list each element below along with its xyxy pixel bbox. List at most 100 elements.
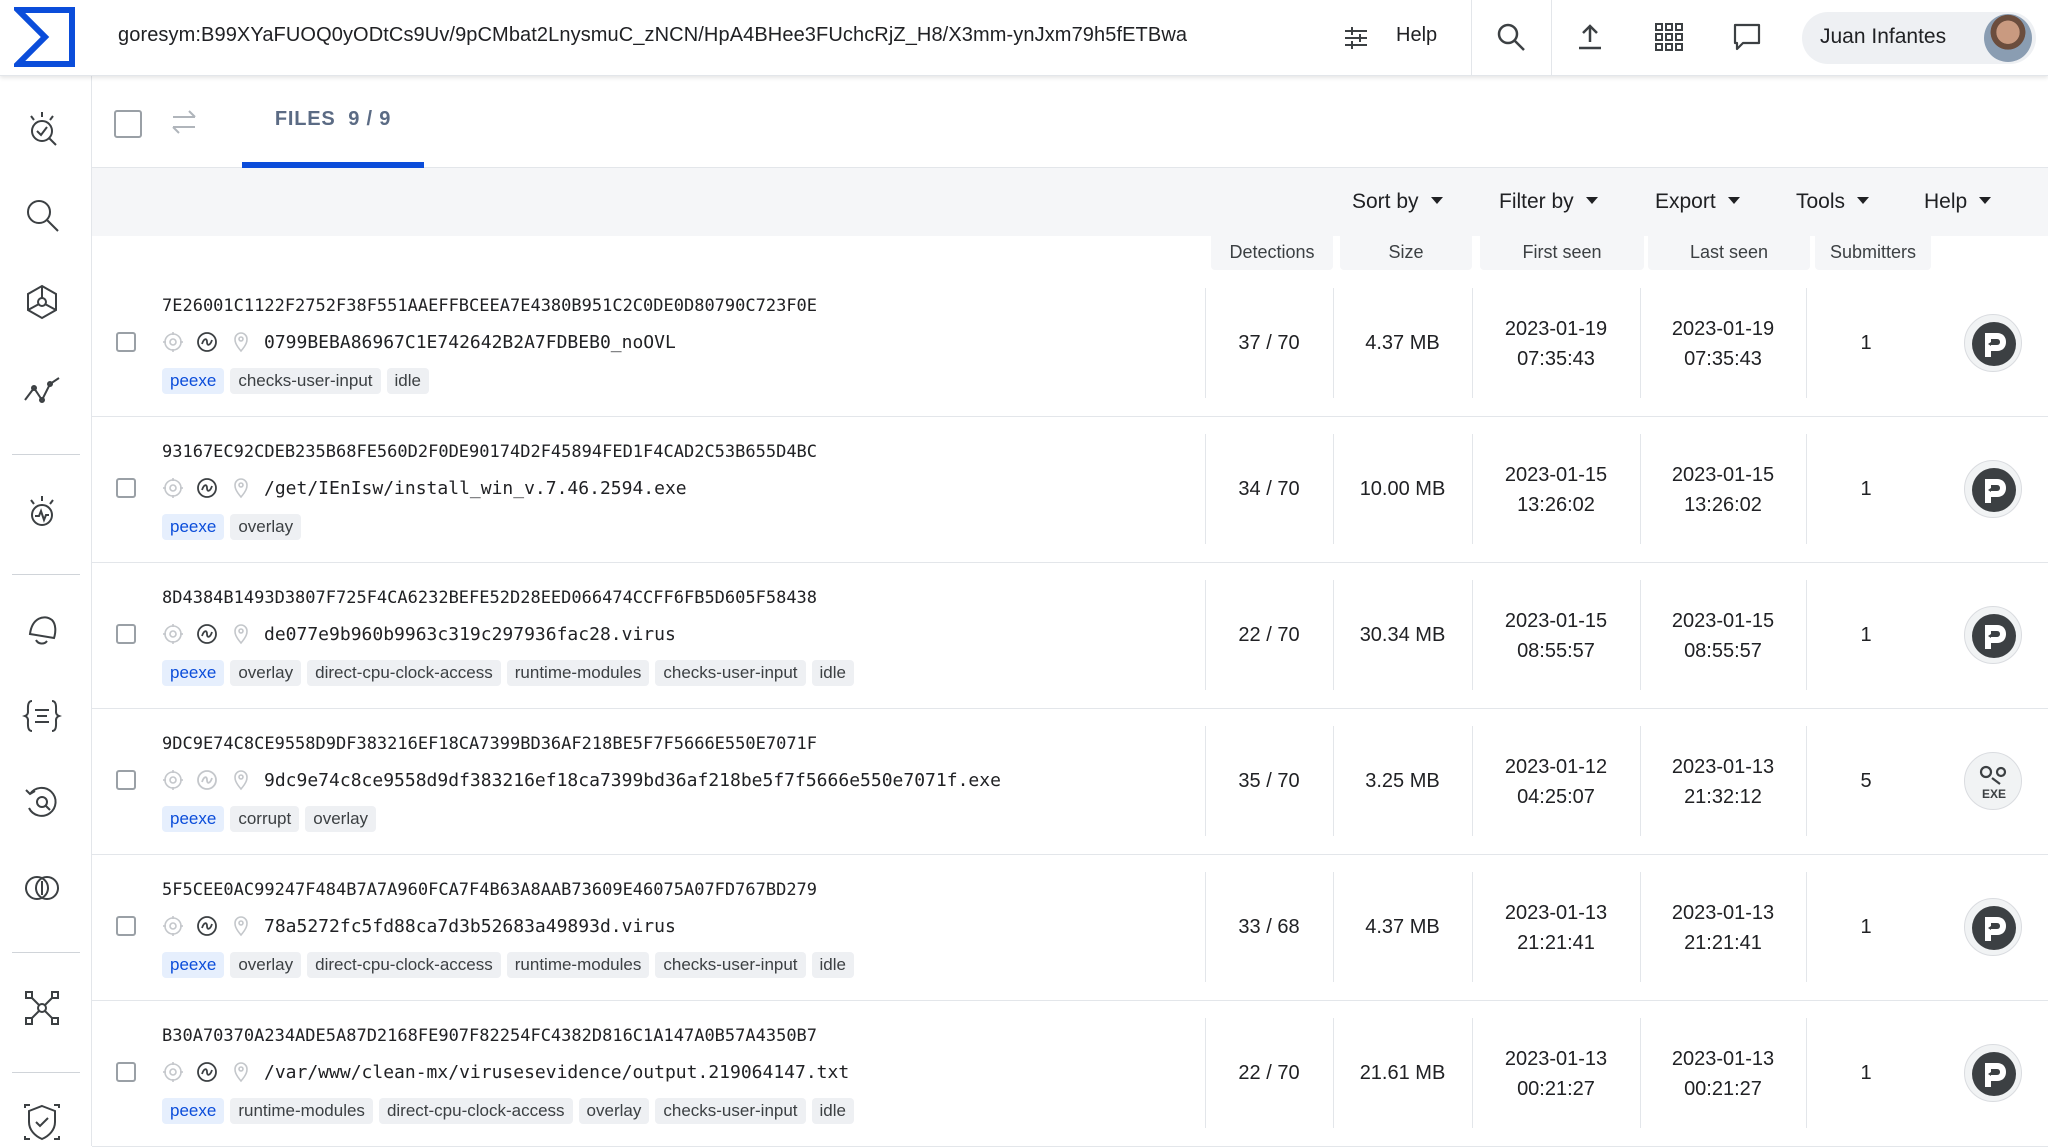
table-row[interactable]: 7E26001C1122F2752F38F551AAEFFBCEEA7E4380… (92, 270, 2048, 417)
tag-runtime-modules[interactable]: runtime-modules (230, 1098, 373, 1124)
column-header-last-seen[interactable]: Last seen (1648, 236, 1810, 270)
row-checkbox[interactable] (116, 1062, 136, 1082)
user-menu-button[interactable]: Juan Infantes (1802, 12, 2036, 64)
help-dropdown[interactable]: Help (1924, 190, 1992, 214)
row-checkbox[interactable] (116, 332, 136, 352)
swap-arrows-icon[interactable] (168, 106, 200, 138)
pe-icon[interactable] (1964, 898, 2022, 956)
tag-checks-user-input[interactable]: checks-user-input (655, 1098, 806, 1124)
tag-checks-user-input[interactable]: checks-user-input (655, 660, 806, 686)
sort-by-label: Sort by (1352, 190, 1419, 213)
detections-value[interactable]: 22 / 70 (1205, 562, 1333, 709)
pe-icon[interactable] (1964, 314, 2022, 372)
tag-runtime-modules[interactable]: runtime-modules (506, 660, 650, 686)
apps-grid-icon[interactable] (1652, 20, 1686, 54)
tag-corrupt[interactable]: corrupt (230, 806, 300, 832)
detections-value[interactable]: 35 / 70 (1205, 708, 1333, 855)
file-name[interactable]: 0799BEBA86967C1E742642B2A7FDBEB0_noOVL (264, 332, 676, 353)
column-header-size[interactable]: Size (1340, 236, 1472, 270)
first-seen-time: 00:21:27 (1517, 1077, 1595, 1100)
notifications-bell-icon[interactable] (22, 608, 62, 648)
file-hash[interactable]: 9DC9E74C8CE9558D9DF383216EF18CA7399BD36A… (162, 734, 817, 754)
row-checkbox[interactable] (116, 624, 136, 644)
help-link[interactable]: Help (1396, 24, 1437, 47)
file-name[interactable]: /var/www/clean-mx/virusesevidence/output… (264, 1062, 849, 1083)
tag-direct-cpu-clock-access[interactable]: direct-cpu-clock-access (378, 1098, 573, 1124)
last-seen-time: 21:32:12 (1684, 785, 1762, 808)
rules-braces-icon[interactable] (22, 696, 62, 736)
tag-peexe[interactable]: peexe (162, 660, 225, 686)
shield-check-icon[interactable] (22, 1102, 62, 1142)
tag-idle[interactable]: idle (811, 1098, 854, 1124)
tag-runtime-modules[interactable]: runtime-modules (506, 952, 650, 978)
table-row[interactable]: 5F5CEE0AC99247F484B7A7A960FCA7F4B63A8AAB… (92, 854, 2048, 1001)
tag-checks-user-input[interactable]: checks-user-input (230, 368, 381, 394)
column-header-submitters[interactable]: Submitters (1815, 236, 1931, 270)
virustotal-logo-icon[interactable] (14, 6, 76, 68)
file-name[interactable]: 9dc9e74c8ce9558d9df383216ef18ca7399bd36a… (264, 770, 1001, 791)
tag-peexe[interactable]: peexe (162, 368, 225, 394)
file-hash[interactable]: 8D4384B1493D3807F725F4CA6232BEFE52D28EED… (162, 588, 817, 608)
table-row[interactable]: 93167EC92CDEB235B68FE560D2F0DE90174D2F45… (92, 416, 2048, 563)
tools-dropdown[interactable]: Tools (1796, 190, 1870, 214)
table-row[interactable]: 8D4384B1493D3807F725F4CA6232BEFE52D28EED… (92, 562, 2048, 709)
collections-cluster-icon[interactable] (22, 988, 62, 1028)
tag-idle[interactable]: idle (811, 660, 854, 686)
search-query-input[interactable]: goresym:B99XYaFUOQ0yODtCs9Uv/9pCMbat2Lny… (118, 24, 1187, 47)
file-name[interactable]: /get/IEnIsw/install_win_v.7.46.2594.exe (264, 478, 687, 499)
tag-peexe[interactable]: peexe (162, 1098, 225, 1124)
select-all-checkbox[interactable] (114, 110, 142, 138)
row-checkbox[interactable] (116, 770, 136, 790)
column-header-detections[interactable]: Detections (1211, 236, 1333, 270)
table-row[interactable]: B30A70370A234ADE5A87D2168FE907F82254FC43… (92, 1000, 2048, 1147)
upload-icon[interactable] (1573, 20, 1607, 54)
tag-overlay[interactable]: overlay (230, 952, 302, 978)
tag-idle[interactable]: idle (386, 368, 429, 394)
graph-network-icon[interactable] (22, 282, 62, 322)
file-hash[interactable]: 5F5CEE0AC99247F484B7A7A960FCA7F4B63A8AAB… (162, 880, 817, 900)
file-hash[interactable]: B30A70370A234ADE5A87D2168FE907F82254FC43… (162, 1026, 817, 1046)
detections-value[interactable]: 33 / 68 (1205, 854, 1333, 1001)
tab-files[interactable]: FILES 9 / 9 (242, 76, 424, 168)
chat-icon[interactable] (1730, 20, 1764, 54)
files-header: FILES 9 / 9 (92, 76, 2048, 168)
search-icon[interactable] (1494, 20, 1528, 54)
tag-overlay[interactable]: overlay (230, 660, 302, 686)
row-checkbox[interactable] (116, 478, 136, 498)
file-name[interactable]: de077e9b960b9963c319c297936fac28.virus (264, 624, 676, 645)
tag-idle[interactable]: idle (811, 952, 854, 978)
tag-direct-cpu-clock-access[interactable]: direct-cpu-clock-access (307, 952, 501, 978)
tag-peexe[interactable]: peexe (162, 952, 225, 978)
filter-sliders-icon[interactable] (1340, 22, 1372, 54)
filter-by-dropdown[interactable]: Filter by (1499, 190, 1598, 214)
tag-checks-user-input[interactable]: checks-user-input (655, 952, 806, 978)
first-seen-time: 07:35:43 (1517, 347, 1595, 370)
trends-chart-icon[interactable] (22, 370, 62, 410)
row-checkbox[interactable] (116, 916, 136, 936)
diff-overlap-icon[interactable] (22, 868, 62, 908)
tag-overlay[interactable]: overlay (230, 514, 302, 540)
detections-value[interactable]: 22 / 70 (1205, 1000, 1333, 1147)
tag-overlay[interactable]: overlay (578, 1098, 650, 1124)
export-dropdown[interactable]: Export (1655, 190, 1740, 214)
pe-icon[interactable] (1964, 606, 2022, 664)
tag-peexe[interactable]: peexe (162, 514, 225, 540)
pe-icon[interactable] (1964, 1044, 2022, 1102)
tag-overlay[interactable]: overlay (305, 806, 377, 832)
file-name[interactable]: 78a5272fc5fd88ca7d3b52683a49893d.virus (264, 916, 676, 937)
file-hash[interactable]: 7E26001C1122F2752F38F551AAEFFBCEEA7E4380… (162, 296, 817, 316)
pe-icon[interactable] (1964, 460, 2022, 518)
hunting-icon[interactable] (22, 492, 62, 532)
table-row[interactable]: 9DC9E74C8CE9558D9DF383216EF18CA7399BD36A… (92, 708, 2048, 855)
exe-icon[interactable]: EXE (1964, 752, 2022, 810)
detections-value[interactable]: 37 / 70 (1205, 270, 1333, 417)
detections-value[interactable]: 34 / 70 (1205, 416, 1333, 563)
retrohunt-icon[interactable] (22, 782, 62, 822)
column-header-first-seen[interactable]: First seen (1480, 236, 1644, 270)
threat-landscape-icon[interactable] (22, 108, 62, 148)
tag-direct-cpu-clock-access[interactable]: direct-cpu-clock-access (307, 660, 501, 686)
file-hash[interactable]: 93167EC92CDEB235B68FE560D2F0DE90174D2F45… (162, 442, 817, 462)
tag-peexe[interactable]: peexe (162, 806, 225, 832)
sort-by-dropdown[interactable]: Sort by (1352, 190, 1443, 214)
search-icon[interactable] (22, 195, 62, 235)
